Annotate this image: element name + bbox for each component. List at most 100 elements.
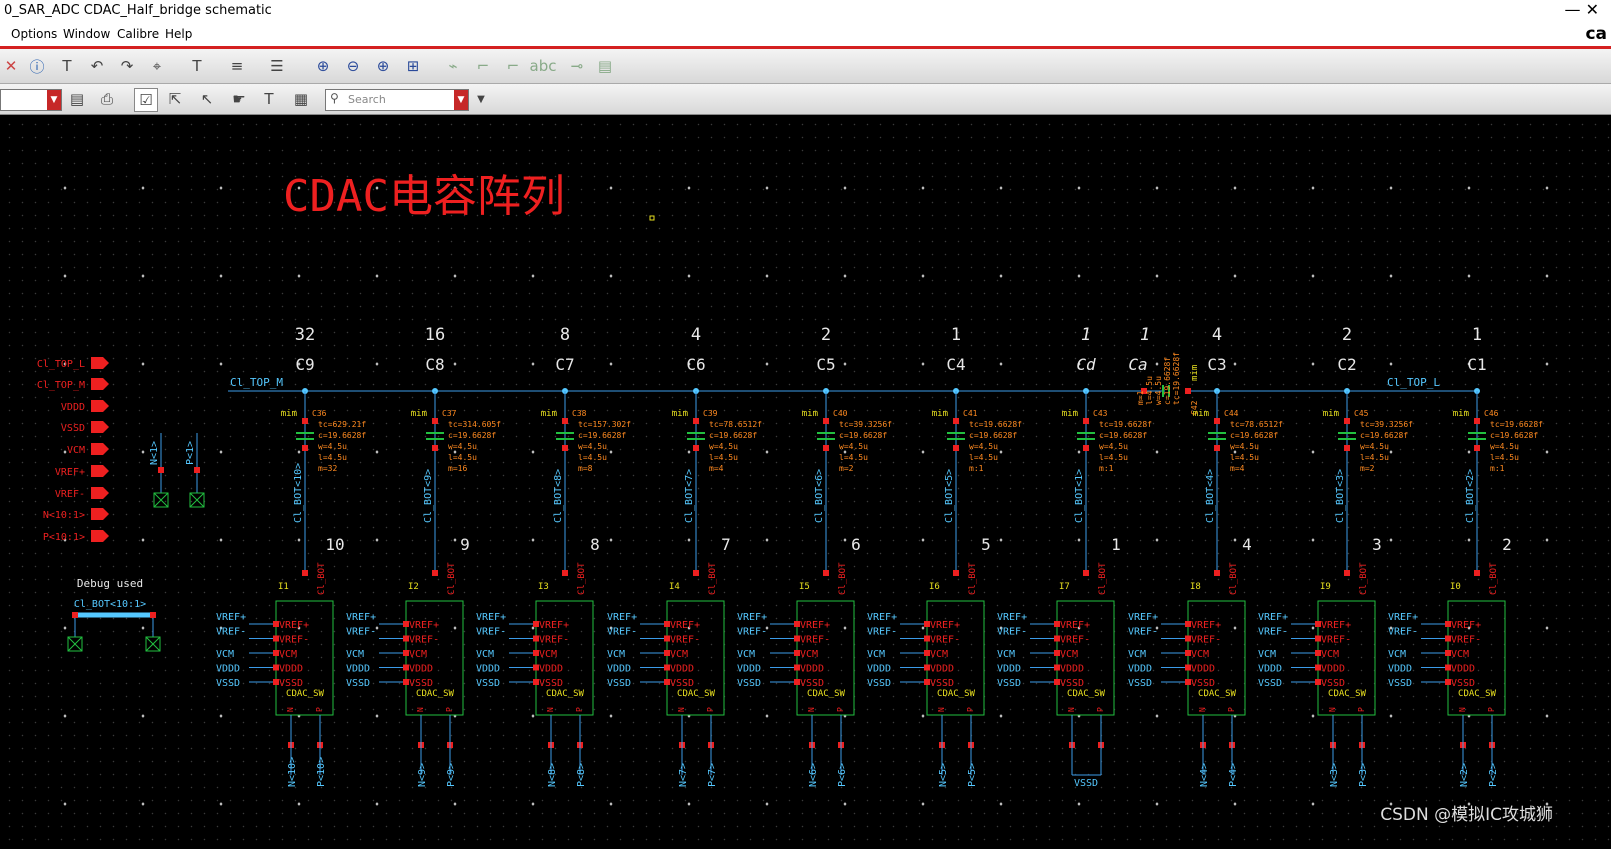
switch-net-label: VCM (607, 649, 625, 660)
switch-net-label: VDDD (216, 664, 240, 675)
cap-prop: c=19.6628f (969, 431, 1017, 440)
bus-icon[interactable]: ⊸ (566, 55, 588, 77)
switch-cell: CDAC_SW (1458, 689, 1497, 699)
switch-net-label: VCM (1128, 649, 1146, 660)
cap-pin (693, 418, 699, 424)
cap-pin (302, 418, 308, 424)
stretch-icon[interactable]: ⌖ (146, 55, 168, 77)
switch-pin-top (953, 570, 959, 576)
switch-pin-name: VREF- (800, 635, 830, 646)
p-net-label: P<4> (1228, 763, 1239, 787)
zoom-out-icon[interactable]: ⊖ (342, 55, 364, 77)
n-net-label: N<3> (1329, 763, 1340, 787)
bot-net-label: Cl_BOT<3> (1335, 469, 1346, 523)
menu-options[interactable]: Options (11, 27, 57, 41)
cap-pin (693, 445, 699, 451)
schematic-canvas[interactable]: CDAC电容阵列 Cl_TOP_L Cl_TOP_M VDDD VSSD VCM VREF+… (0, 115, 1611, 845)
properties-icon[interactable]: ▦ (290, 88, 312, 110)
search-dropdown-icon[interactable]: ▼ (454, 90, 468, 110)
bot-net-label: Cl_BOT<8> (553, 469, 564, 523)
terminal-label: N<1> (149, 441, 160, 465)
info-icon[interactable]: ⓘ (26, 55, 48, 77)
zoom-fit-icon[interactable]: ⊕ (312, 55, 334, 77)
switch-inst: I3 (538, 582, 549, 592)
menu-calibre[interactable]: Calibre (117, 27, 159, 41)
pin-icon (91, 421, 109, 433)
cap-type: mim (411, 409, 427, 419)
cap-inst: C40 (833, 409, 848, 418)
p-net-label: P<6> (837, 763, 848, 787)
pin-label: VDDD (61, 402, 85, 413)
switch-net-label: VSSD (1258, 678, 1282, 689)
text-icon[interactable]: T (56, 55, 78, 77)
delete-icon[interactable]: ✕ (0, 55, 22, 77)
cap-prop: w=4.5u (318, 442, 347, 451)
switch-net-label: VSSD (346, 678, 370, 689)
pin-icon[interactable]: ⌐ (502, 55, 524, 77)
schematic-drawing[interactable]: CDAC电容阵列 Cl_TOP_L Cl_TOP_M VDDD VSSD VCM VREF+… (0, 115, 1611, 845)
save-icon[interactable]: ▤ (66, 88, 88, 110)
switch-net-label: VSSD (1128, 678, 1152, 689)
pointer-icon[interactable]: ↖ (196, 88, 218, 110)
menu-window[interactable]: Window (63, 27, 110, 41)
switch-top-pin-label: Cl_BOT (1098, 562, 1108, 595)
select-all-icon[interactable]: ☑ (134, 88, 158, 112)
zoom-select-icon[interactable]: ⊞ (402, 55, 424, 77)
redo-icon[interactable]: ↷ (116, 55, 138, 77)
cap-name: C8 (425, 355, 444, 374)
menu-bar: Options Window Calibre Help ca (0, 23, 1611, 49)
text-select-icon[interactable]: T (258, 88, 280, 110)
chevron-down-icon[interactable]: ▼ (47, 90, 61, 110)
cap-prop: l=4.5u (709, 453, 738, 462)
switch-inst: I7 (1059, 582, 1070, 592)
label-icon[interactable]: abc (530, 55, 557, 77)
hand-icon[interactable]: ☛ (228, 88, 250, 110)
cap-type: mim (672, 409, 688, 419)
cap-prop: tc=157.302f (578, 420, 631, 429)
view-combo[interactable]: ▼ (0, 89, 62, 111)
toolbar-secondary: ▼ ▤ ⎙ ☑ ⇱ ↖ ☛ T ▦ ⚲ Search ▼ ▼ (0, 84, 1611, 115)
switch-pin-name: VSSD (800, 678, 824, 689)
switch-pin-name: VCM (930, 649, 948, 660)
noconn-cross (67, 636, 83, 652)
net-icon[interactable]: ⌐ (472, 55, 494, 77)
menu-help[interactable]: Help (165, 27, 192, 41)
print-icon[interactable]: ⎙ (96, 88, 118, 110)
distribute-icon[interactable]: ☰ (266, 55, 288, 77)
dropdown-icon[interactable]: ▼ (470, 88, 492, 110)
window-controls[interactable]: — ✕ (1565, 0, 1600, 19)
cap-pin (953, 418, 959, 424)
cap-prop: m=2 (839, 464, 854, 473)
cap-pin (562, 445, 568, 451)
cap-prop: c=19.6628f (318, 431, 366, 440)
select-icon[interactable]: ⇱ (164, 88, 186, 110)
pin-icon (91, 357, 109, 369)
switch-net-label: VCM (867, 649, 885, 660)
ca-type: mim (1190, 365, 1200, 381)
switch-cell: CDAC_SW (286, 689, 325, 699)
switch-pin-name: VREF+ (1321, 620, 1351, 631)
switch-pin-name: VDDD (800, 664, 824, 675)
switch-pin-name: VSSD (1191, 678, 1215, 689)
switch-pin-name: VCM (279, 649, 297, 660)
align-icon[interactable]: ≡ (226, 55, 248, 77)
font-icon[interactable]: T (186, 55, 208, 77)
cap-inst: C44 (1224, 409, 1239, 418)
cap-prop: tc=629.21f (318, 420, 366, 429)
cap-prop: l=4.5u (1360, 453, 1389, 462)
toolbar-main: ✕ ⓘ T ↶ ↷ ⌖ T ≡ ☰ ⊕ ⊖ ⊕ ⊞ ⌁ ⌐ ⌐ abc ⊸ ▤ (0, 49, 1611, 84)
undo-icon[interactable]: ↶ (86, 55, 108, 77)
switch-net-label: VREF+ (997, 612, 1027, 623)
switch-cell: CDAC_SW (677, 689, 716, 699)
cap-prop: m=8 (578, 464, 593, 473)
cap-weight: 1 (951, 325, 961, 345)
n-net-label: N<4> (1199, 763, 1210, 787)
cap-prop: m=4 (709, 464, 724, 473)
add-wire-icon[interactable]: ⌁ (442, 55, 464, 77)
cap-type: mim (281, 409, 297, 419)
zoom-in-icon[interactable]: ⊕ (372, 55, 394, 77)
search-box[interactable]: ⚲ Search ▼ (325, 89, 469, 111)
switch-top-pin-label: Cl_BOT (1229, 562, 1239, 595)
properties-icon[interactable]: ▤ (594, 55, 616, 77)
pin-label: VCM (67, 445, 85, 456)
